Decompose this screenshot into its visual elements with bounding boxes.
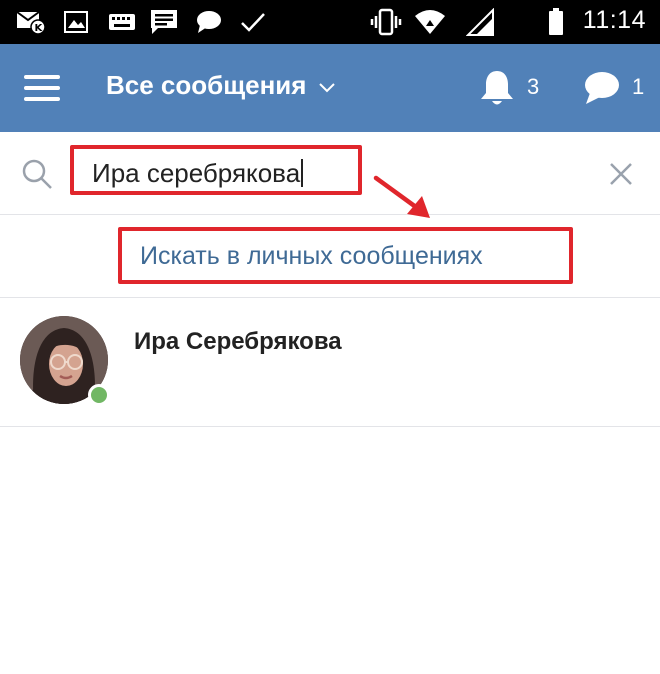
search-in-messages-label: Искать в личных сообщениях: [140, 242, 483, 270]
search-in-messages-row: Искать в личных сообщениях: [0, 215, 660, 298]
signal-icon: [466, 8, 494, 36]
chevron-down-icon: [319, 82, 336, 92]
wifi-icon: [414, 8, 446, 36]
status-bar: K 11:14: [0, 0, 660, 44]
check-icon: [240, 8, 266, 36]
bell-icon[interactable]: [478, 68, 516, 108]
page-title: Все сообщения: [106, 70, 307, 100]
message-icon: [150, 8, 178, 36]
text-caret: [301, 159, 304, 187]
search-input-highlight[interactable]: Ира серебрякова: [70, 145, 362, 195]
clock: 11:14: [582, 6, 646, 34]
app-header: Все сообщения 3 1: [0, 44, 660, 132]
search-bar: Ира серебрякова: [0, 132, 660, 215]
notifications-count: 3: [527, 74, 540, 99]
keyboard-icon: [108, 8, 136, 36]
messages-icon[interactable]: [583, 70, 621, 106]
close-icon[interactable]: [608, 161, 634, 187]
search-icon: [22, 159, 52, 189]
messages-count: 1: [632, 74, 645, 99]
list-item[interactable]: Ира Серебрякова: [0, 298, 660, 427]
search-input[interactable]: Ира серебрякова: [92, 158, 304, 189]
menu-button[interactable]: [24, 75, 60, 101]
hamburger-icon: [24, 75, 60, 79]
chat-bubble-icon: [196, 8, 222, 36]
search-in-messages-button[interactable]: Искать в личных сообщениях: [118, 227, 573, 284]
conversations-filter-dropdown[interactable]: Все сообщения: [106, 70, 336, 101]
svg-text:K: K: [35, 23, 44, 34]
sms-k-icon: K: [16, 8, 46, 36]
vibrate-icon: [370, 8, 402, 36]
online-indicator: [88, 384, 110, 406]
battery-icon: [548, 8, 564, 36]
image-icon: [64, 8, 88, 36]
contact-name: Ира Серебрякова: [134, 328, 342, 355]
